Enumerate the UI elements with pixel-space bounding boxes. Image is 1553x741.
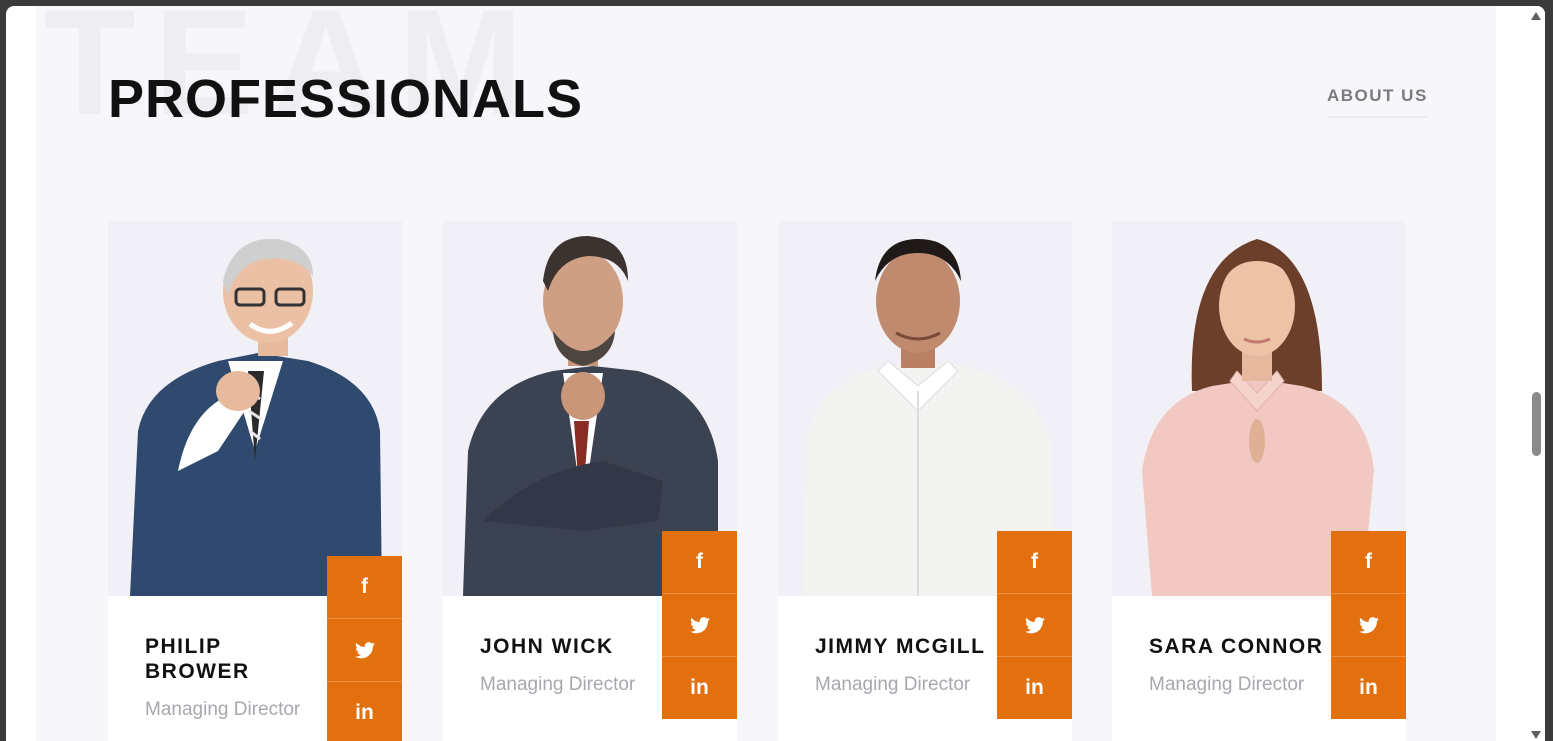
social-links: f in — [997, 531, 1072, 719]
member-name: JOHN WICK — [480, 635, 614, 658]
twitter-icon[interactable] — [997, 594, 1072, 657]
linkedin-icon[interactable]: in — [997, 657, 1072, 719]
social-links: f in — [327, 556, 402, 741]
twitter-icon[interactable] — [1331, 594, 1406, 657]
facebook-icon[interactable]: f — [662, 531, 737, 594]
linkedin-icon[interactable]: in — [662, 657, 737, 719]
member-name: SARA CONNOR — [1149, 635, 1324, 658]
member-role: Managing Director — [480, 674, 636, 695]
member-role: Managing Director — [815, 674, 971, 695]
linkedin-icon[interactable]: in — [1331, 657, 1406, 719]
facebook-icon[interactable]: f — [997, 531, 1072, 594]
member-role: Managing Director — [145, 699, 301, 720]
social-links: f in — [1331, 531, 1406, 719]
browser-window: TEAM PROFESSIONALS ABOUT US PHILIP BROWE… — [6, 6, 1545, 741]
section-title: PROFESSIONALS — [108, 69, 584, 129]
twitter-icon[interactable] — [662, 594, 737, 657]
member-photo — [108, 221, 402, 596]
facebook-icon[interactable]: f — [1331, 531, 1406, 594]
team-card: SARA CONNOR Managing Director f in — [1112, 221, 1406, 741]
linkedin-icon[interactable]: in — [327, 682, 402, 741]
about-us-link[interactable]: ABOUT US — [1327, 86, 1428, 118]
scroll-down-icon[interactable] — [1531, 731, 1541, 739]
team-section: TEAM PROFESSIONALS ABOUT US PHILIP BROWE… — [36, 6, 1496, 741]
member-role: Managing Director — [1149, 674, 1305, 695]
team-card: JIMMY MCGILL Managing Director f in — [778, 221, 1072, 741]
facebook-icon[interactable]: f — [327, 556, 402, 619]
member-name: JIMMY MCGILL — [815, 635, 986, 658]
team-card: JOHN WICK Managing Director f in — [443, 221, 737, 741]
team-card: PHILIP BROWER Managing Director f in — [108, 221, 402, 741]
twitter-icon[interactable] — [327, 619, 402, 682]
page-scrollbar[interactable] — [1527, 6, 1545, 741]
social-links: f in — [662, 531, 737, 719]
scroll-thumb[interactable] — [1532, 392, 1541, 456]
scroll-up-icon[interactable] — [1531, 12, 1541, 20]
member-name: PHILIP BROWER — [145, 635, 250, 683]
